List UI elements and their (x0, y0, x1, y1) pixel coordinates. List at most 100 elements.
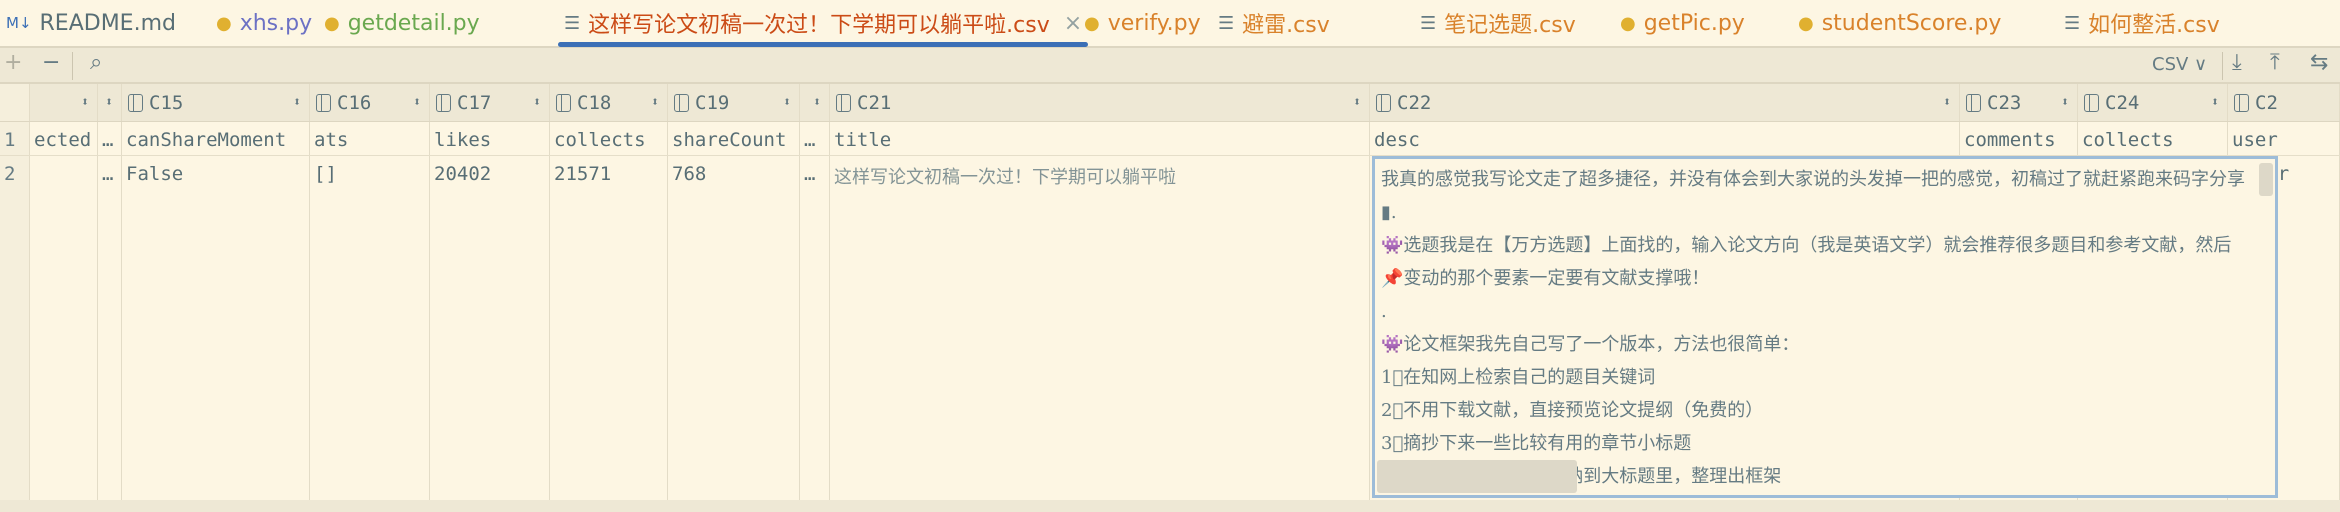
sort-icon[interactable]: ⬍ (105, 95, 113, 110)
remove-row-button[interactable]: − (42, 50, 60, 75)
column-header-collapsed[interactable]: ⬍ (98, 84, 122, 121)
column-header-C23[interactable]: C23 ⬍ (1960, 84, 2078, 121)
tab-9[interactable]: ☰ 如何整活.csv (2064, 0, 2220, 46)
sort-icon[interactable]: ⬍ (533, 95, 541, 110)
search-icon[interactable]: ⌕ (90, 50, 102, 75)
sort-icon[interactable]: ⬍ (2061, 95, 2069, 110)
desc-line: 1⃣在知网上检索自己的题目关键词 (1381, 367, 1656, 388)
row-number: 2 (0, 156, 30, 500)
csv-toolbar: + − ⌕ CSV ∨ ⤓ ⤒ ⇆ (0, 48, 2340, 84)
column-icon (128, 93, 143, 112)
column-header-C22[interactable]: C22 ⬍ (1370, 84, 1960, 121)
python-icon: ● (1084, 12, 1100, 34)
sort-icon[interactable]: ⬍ (293, 95, 301, 110)
horizontal-scrollbar[interactable] (1377, 460, 1577, 493)
tab-7[interactable]: ● getPic.py (1620, 0, 1745, 46)
sort-icon[interactable]: ⬍ (813, 95, 821, 110)
column-icon (1966, 93, 1981, 112)
python-icon: ● (1620, 12, 1636, 34)
tab-label: getdetail.py (347, 10, 480, 36)
column-id: C15 (149, 91, 184, 114)
column-header-C17[interactable]: C17 ⬍ (430, 84, 550, 121)
sort-icon[interactable]: ⬍ (413, 95, 421, 110)
sort-icon[interactable]: ⬍ (1943, 95, 1951, 110)
column-icon (2084, 93, 2099, 112)
desc-line: 3⃣摘抄下来一些比较有用的章节小标题 (1381, 433, 1692, 454)
column-header-collapsed[interactable]: ⬍ (30, 84, 98, 121)
python-icon: ● (1798, 12, 1814, 34)
column-name: … (800, 122, 830, 155)
close-tab-icon[interactable]: × (1064, 11, 1082, 36)
csv-table: ⬍ ⬍ C15 ⬍ C16 ⬍ C17 ⬍ C18 ⬍ C19 ⬍ ⬍ C21 ⬍ C22 ⬍ C23 ⬍ C24 ⬍ C… (0, 84, 2340, 504)
corner (0, 84, 30, 121)
column-name: desc (1370, 122, 1960, 155)
markdown-icon: M↓ (6, 14, 32, 32)
tab-0[interactable]: M↓ README.md (6, 0, 176, 46)
tab-label: verify.py (1107, 10, 1201, 36)
table-cell[interactable]: [] (310, 156, 430, 500)
table-cell[interactable]: 这样写论文初稿一次过！下学期可以躺平啦 (830, 156, 1370, 500)
header-row: 1 ected… canShareMoment ats likes collects sha… (0, 122, 2340, 156)
table-cell[interactable]: … (98, 156, 122, 500)
column-header-C18[interactable]: C18 ⬍ (550, 84, 668, 121)
tab-4[interactable]: ● verify.py (1084, 0, 1201, 46)
column-name: shareCount (668, 122, 800, 155)
column-name: title (830, 122, 1370, 155)
tab-2[interactable]: ● getdetail.py (324, 0, 480, 46)
column-name: canShareMoment (122, 122, 310, 155)
csv-icon: ☰ (1420, 12, 1437, 34)
column-header-C21[interactable]: C21 ⬍ (830, 84, 1370, 121)
column-header-C19[interactable]: C19 ⬍ (668, 84, 800, 121)
tab-label: 如何整活.csv (2088, 13, 2220, 38)
tab-label: 笔记选题.csv (1444, 13, 1576, 38)
sort-icon[interactable]: ⬍ (1353, 95, 1361, 110)
tab-6[interactable]: ☰ 笔记选题.csv (1420, 0, 1576, 46)
desc-line: 📌变动的那个要素一定要有文献支撑哦！ (1381, 268, 1710, 289)
table-cell[interactable]: 20402 (430, 156, 550, 500)
column-id: C23 (1987, 91, 2022, 114)
desc-line: 我真的感觉我写论文走了超多捷径，并没有体会到大家说的头发掉一把的感觉，初稿过了就… (1381, 169, 2245, 190)
transpose-icon[interactable]: ⇆ (2310, 50, 2328, 75)
add-row-button[interactable]: + (4, 50, 22, 75)
editor-tabs: M↓ README.md ● xhs.py ● getdetail.py ☰ 这样写论文初稿一… (0, 0, 2340, 48)
tab-8[interactable]: ● studentScore.py (1798, 0, 2001, 46)
table-cell[interactable]: … (800, 156, 830, 500)
table-cell[interactable]: 768 (668, 156, 800, 500)
desc-cell-editor[interactable]: 我真的感觉我写论文走了超多捷径，并没有体会到大家说的头发掉一把的感觉，初稿过了就… (1372, 156, 2278, 498)
column-header-C2[interactable]: C2 (2228, 84, 2340, 121)
python-icon: ● (216, 12, 232, 34)
upload-icon[interactable]: ⤒ (2270, 50, 2280, 75)
column-header-C15[interactable]: C15 ⬍ (122, 84, 310, 121)
column-name: collects (2078, 122, 2228, 155)
tab-label: 这样写论文初稿一次过！下学期可以躺平啦.csv (588, 13, 1050, 38)
table-cell[interactable] (30, 156, 98, 500)
csv-icon: ☰ (564, 12, 581, 34)
column-header-collapsed[interactable]: ⬍ (800, 84, 830, 121)
column-icon (836, 93, 851, 112)
sort-icon[interactable]: ⬍ (2211, 95, 2219, 110)
sort-icon[interactable]: ⬍ (81, 95, 89, 110)
column-icon (556, 93, 571, 112)
download-icon[interactable]: ⤓ (2232, 50, 2242, 75)
column-id: C22 (1397, 91, 1432, 114)
sort-icon[interactable]: ⬍ (651, 95, 659, 110)
column-id: C24 (2105, 91, 2140, 114)
tab-5[interactable]: ☰ 避雷.csv (1218, 0, 1330, 46)
column-name: ats (310, 122, 430, 155)
sort-icon[interactable]: ⬍ (783, 95, 791, 110)
tab-label: getPic.py (1643, 10, 1745, 36)
column-icon (316, 93, 331, 112)
column-header-C16[interactable]: C16 ⬍ (310, 84, 430, 121)
table-cell[interactable]: 21571 (550, 156, 668, 500)
format-dropdown[interactable]: CSV ∨ (2152, 54, 2207, 75)
table-cell[interactable]: False (122, 156, 310, 500)
column-name: … (98, 122, 122, 155)
column-header-C24[interactable]: C24 ⬍ (2078, 84, 2228, 121)
column-id: C17 (457, 91, 492, 114)
column-id: C19 (695, 91, 730, 114)
tab-3[interactable]: ☰ 这样写论文初稿一次过！下学期可以躺平啦.csv × (557, 0, 1089, 47)
tab-1[interactable]: ● xhs.py (216, 0, 312, 46)
csv-icon: ☰ (2064, 12, 2081, 34)
vertical-scrollbar[interactable] (2259, 163, 2273, 196)
tab-label: 避雷.csv (1242, 13, 1330, 38)
